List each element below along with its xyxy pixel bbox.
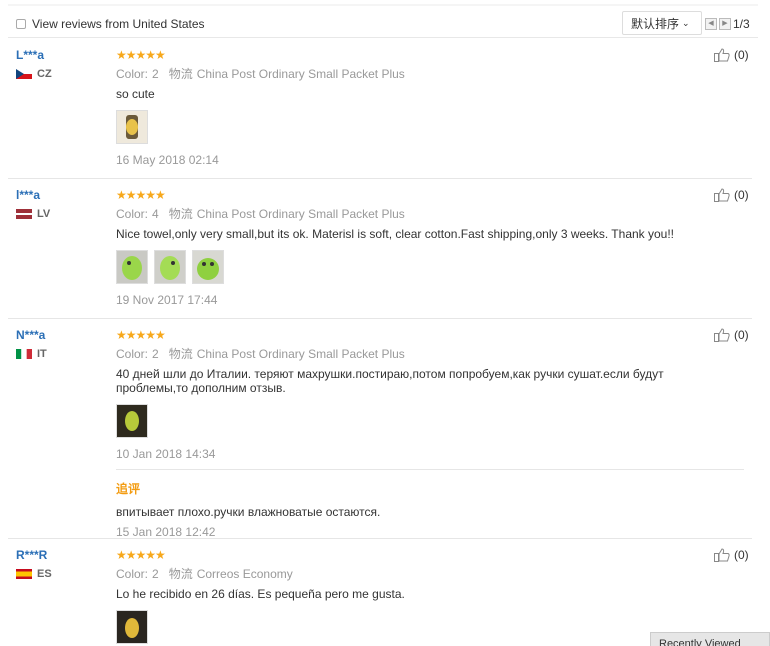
review-date: 16 May 2018 02:14 xyxy=(116,153,219,167)
review-photos xyxy=(116,110,716,144)
thumbs-up-icon xyxy=(714,548,730,562)
review-text: so cute xyxy=(116,87,155,101)
followup-date: 15 Jan 2018 12:42 xyxy=(116,525,216,539)
review-photo-thumbnail[interactable] xyxy=(116,610,148,644)
helpful-button[interactable]: (0) xyxy=(714,328,749,342)
thumbs-up-icon xyxy=(714,48,730,62)
order-info: Color: 2 物流 Correos Economy xyxy=(116,567,293,581)
helpful-button[interactable]: (0) xyxy=(714,48,749,62)
reviewer-country: IT xyxy=(16,348,47,360)
page-indicator: 1/3 xyxy=(733,17,750,31)
review-photo-thumbnail[interactable] xyxy=(116,110,148,144)
review-photos xyxy=(116,610,716,644)
reviewer-name[interactable]: N***a xyxy=(16,328,45,342)
rating-stars: ★★★★★ xyxy=(116,548,166,562)
thumbs-up-icon xyxy=(714,188,730,202)
review-item: l***a LV ★★★★★ Color: 4 物流 China Post Ordin… xyxy=(8,188,752,319)
review-text: 40 дней шли до Италии. теряют махрушки.п… xyxy=(116,367,664,395)
thumbs-up-icon xyxy=(714,328,730,342)
flag-it-icon xyxy=(16,349,32,359)
review-photo-thumbnail[interactable] xyxy=(116,250,148,284)
helpful-button[interactable]: (0) xyxy=(714,548,749,562)
prev-page-button[interactable]: ◀ xyxy=(705,18,717,30)
review-date: 10 Jan 2018 14:34 xyxy=(116,447,216,461)
sort-dropdown[interactable]: 默认排序 ⌄ xyxy=(622,11,702,35)
review-photo-thumbnail[interactable] xyxy=(116,404,148,438)
order-info: Color: 4 物流 China Post Ordinary Small Packe… xyxy=(116,207,405,221)
review-photo-thumbnail[interactable] xyxy=(192,250,224,284)
review-toolbar: View reviews from United States 默认排序 ⌄ ◀… xyxy=(8,4,758,38)
reviewer-name[interactable]: L***a xyxy=(16,48,44,62)
review-photo-thumbnail[interactable] xyxy=(154,250,186,284)
rating-stars: ★★★★★ xyxy=(116,48,166,62)
reviewer-country: ES xyxy=(16,568,52,580)
review-text: Lo he recibido en 26 días. Es pequeña pe… xyxy=(116,587,405,601)
order-info: Color: 2 物流 China Post Ordinary Small Packe… xyxy=(116,347,405,361)
review-item: N***a IT ★★★★★ Color: 2 物流 China Post Ordin… xyxy=(8,328,752,539)
filter-checkbox[interactable] xyxy=(16,19,26,29)
helpful-button[interactable]: (0) xyxy=(714,188,749,202)
review-text: Nice towel,only very small,but its ok. M… xyxy=(116,227,675,241)
followup-label: 追评 xyxy=(116,482,141,496)
rating-stars: ★★★★★ xyxy=(116,188,166,202)
filter-label: View reviews from United States xyxy=(32,17,205,31)
reviewer-country: LV xyxy=(16,208,50,220)
review-photos xyxy=(116,250,716,284)
country-filter[interactable]: View reviews from United States xyxy=(16,17,205,31)
sort-label: 默认排序 xyxy=(631,16,680,31)
reviewer-name[interactable]: R***R xyxy=(16,548,47,562)
flag-es-icon xyxy=(16,569,32,579)
followup-text: впитывает плохо.ручки влажноватые остают… xyxy=(116,505,381,519)
review-photos xyxy=(116,404,716,438)
recently-viewed-panel[interactable]: Recently Viewed xyxy=(650,632,770,646)
chevron-down-icon: ⌄ xyxy=(682,17,690,28)
order-info: Color: 2 物流 China Post Ordinary Small Packe… xyxy=(116,67,405,81)
flag-lv-icon xyxy=(16,209,32,219)
review-date: 19 Nov 2017 17:44 xyxy=(116,293,218,307)
pagination: ◀ ▶ 1/3 xyxy=(705,17,750,31)
review-item: L***a CZ ★★★★★ Color: 2 物流 China Post Ordin… xyxy=(8,48,752,179)
reviewer-country: CZ xyxy=(16,68,52,80)
next-page-button[interactable]: ▶ xyxy=(719,18,731,30)
reviewer-name[interactable]: l***a xyxy=(16,188,40,202)
rating-stars: ★★★★★ xyxy=(116,328,166,342)
flag-cz-icon xyxy=(16,69,32,79)
review-item: R***R ES ★★★★★ Color: 2 物流 Correos Economy … xyxy=(8,548,752,646)
followup-review: 追评 впитывает плохо.ручки влажноватые ост… xyxy=(116,469,744,539)
